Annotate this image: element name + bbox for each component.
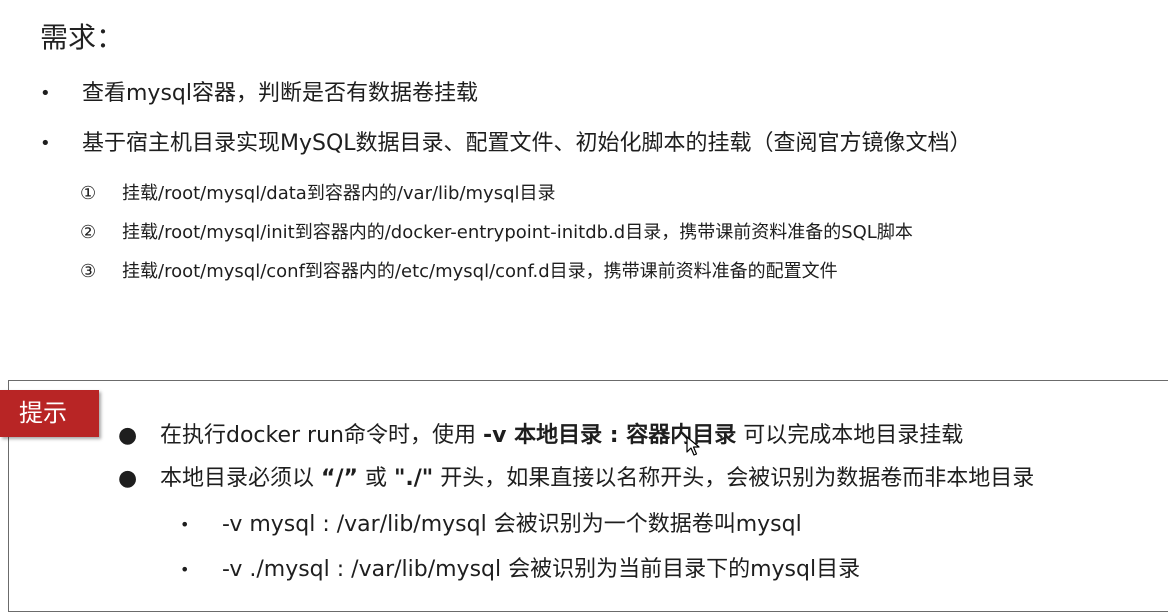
page-title: 需求： (40, 21, 125, 54)
hint-bullet: ● (118, 466, 138, 491)
hint-label: 提示 (19, 399, 67, 427)
hint-text-prefix: 在执行docker run命令时，使用 (160, 423, 483, 448)
example-text: -v mysql : /var/lib/mysql 会被识别为一个数据卷叫mys… (222, 512, 802, 537)
hint-label-tag: 提示 (0, 390, 99, 437)
example-text: -v ./mysql : /var/lib/mysql 会被识别为当前目录下的m… (222, 557, 861, 582)
example-bullet: • (180, 515, 190, 534)
hint-text-suffix: 可以完成本地目录挂载 (736, 423, 964, 448)
hint-dot-slash-prefix: "./" (393, 466, 434, 491)
step-text: 挂载/root/mysql/init到容器内的/docker-entrypoin… (122, 222, 913, 243)
example-bullet: • (180, 560, 190, 579)
hint-text-middle: 或 (357, 466, 394, 491)
bullet-marker: • (40, 133, 51, 154)
step-text: 挂载/root/mysql/conf到容器内的/etc/mysql/conf.d… (122, 261, 838, 282)
hint-slash-prefix: “/” (321, 466, 358, 491)
hint-bullet: ● (118, 423, 138, 448)
hint-text: 本地目录必须以 “/” 或 "./" 开头，如果直接以名称开头，会被识别为数据卷… (160, 464, 1034, 494)
bullet-marker: • (40, 83, 51, 104)
mouse-pointer-icon (686, 436, 700, 456)
requirement-text: 基于宿主机目录实现MySQL数据目录、配置文件、初始化脚本的挂载（查阅官方镜像文… (82, 131, 972, 156)
hint-text: 在执行docker run命令时，使用 -v 本地目录 : 容器内目录 可以完成… (160, 421, 963, 451)
step-number: ③ (80, 261, 97, 282)
step-text: 挂载/root/mysql/data到容器内的/var/lib/mysql目录 (122, 183, 556, 204)
hint-text-prefix: 本地目录必须以 (160, 466, 321, 491)
step-number: ② (80, 222, 97, 243)
step-number: ① (80, 183, 97, 204)
requirement-text: 查看mysql容器，判断是否有数据卷挂载 (82, 81, 478, 106)
hint-text-suffix: 开头，如果直接以名称开头，会被识别为数据卷而非本地目录 (433, 466, 1035, 491)
